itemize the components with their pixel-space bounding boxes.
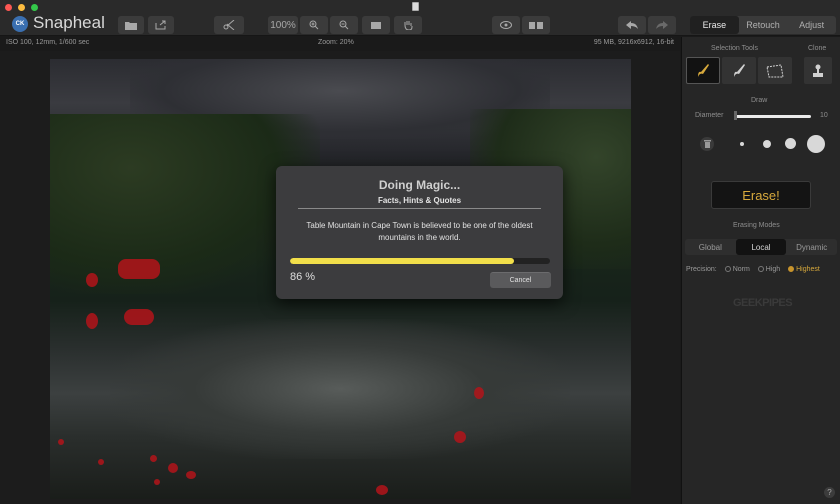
zoom-in-button[interactable] [300, 16, 328, 34]
fit-screen-icon [371, 21, 381, 29]
mode-tabs: Erase Retouch Adjust [690, 16, 836, 34]
eraser-tool-button[interactable] [722, 57, 756, 84]
selection-mark [124, 309, 154, 325]
compare-view-button[interactable] [522, 16, 550, 34]
selection-mark [98, 459, 104, 465]
radio-icon [724, 266, 731, 273]
minimize-window-button[interactable] [18, 4, 25, 11]
brush-size-l[interactable] [807, 135, 825, 153]
fit-screen-button[interactable] [362, 16, 390, 34]
dialog-divider [298, 208, 541, 209]
precision-norm[interactable]: Norm [724, 266, 750, 273]
erasing-modes-label: Erasing Modes [733, 222, 780, 229]
selection-mark [474, 387, 484, 399]
precision-high[interactable]: High [757, 266, 780, 273]
selection-mark [86, 273, 98, 287]
share-button[interactable] [148, 16, 174, 34]
brush-icon [698, 63, 709, 77]
selection-mark [86, 313, 98, 329]
trash-icon [703, 140, 711, 148]
brush-size-m[interactable] [785, 138, 796, 149]
app-name: Snapheal [33, 13, 105, 32]
hand-icon [404, 21, 413, 30]
mode-local[interactable]: Local [735, 239, 787, 255]
zoom-out-icon [339, 20, 349, 30]
stamp-icon [813, 64, 823, 77]
cancel-button[interactable]: Cancel [490, 272, 551, 288]
eye-icon [500, 21, 512, 29]
document-icon [412, 2, 419, 11]
share-icon [155, 20, 166, 30]
zoom-info: Zoom: 20% [318, 39, 354, 46]
exif-info: ISO 100, 12mm, 1/600 sec [6, 39, 90, 46]
selection-mark [168, 463, 178, 473]
clone-label: Clone [808, 45, 827, 52]
file-info: 95 MB, 9216x6912, 16-bit [593, 39, 674, 46]
preview-eye-button[interactable] [492, 16, 520, 34]
close-window-button[interactable] [5, 4, 12, 11]
precision-row: Precision: Norm High Highest [686, 266, 826, 273]
image-info-bar: ISO 100, 12mm, 1/600 sec Zoom: 20% 95 MB… [0, 37, 680, 51]
watermark-logo: GEEKPIPES [733, 297, 793, 309]
tab-adjust[interactable]: Adjust [787, 16, 836, 34]
selection-mark [150, 455, 157, 462]
mode-global[interactable]: Global [685, 239, 736, 255]
erasing-modes-segment: Global Local Dynamic [685, 239, 837, 255]
selection-mark [118, 259, 160, 279]
split-view-icon [529, 21, 543, 29]
erase-button[interactable]: Erase! [711, 181, 811, 209]
progress-bar [290, 258, 550, 264]
dialog-message: Table Mountain in Cape Town is believed … [306, 221, 533, 242]
scissors-icon [223, 20, 235, 30]
diameter-slider[interactable] [735, 115, 811, 118]
brush-size-s[interactable] [763, 140, 771, 148]
undo-icon [626, 20, 638, 29]
folder-icon [125, 21, 137, 30]
radio-selected-icon [788, 266, 795, 273]
zoom-in-icon [309, 20, 319, 30]
precision-highest[interactable]: Highest [788, 266, 820, 273]
selection-mark [186, 471, 196, 479]
tab-retouch[interactable]: Retouch [739, 16, 788, 34]
hand-tool-button[interactable] [394, 16, 422, 34]
brush-size-xs[interactable] [740, 142, 744, 146]
selection-mark [376, 485, 388, 495]
zoom-out-button[interactable] [330, 16, 358, 34]
redo-button[interactable] [648, 16, 676, 34]
mode-dynamic[interactable]: Dynamic [786, 239, 837, 255]
dialog-title: Doing Magic... [378, 178, 461, 192]
progress-fill [290, 258, 514, 264]
clone-stamp-button[interactable] [804, 57, 832, 84]
title-bar: CK Snapheal 100% Erase Retouch Adjust [0, 0, 840, 36]
progress-dialog: Doing Magic... Facts, Hints & Quotes Tab… [276, 166, 563, 299]
selection-mark [454, 431, 466, 443]
undo-button[interactable] [618, 16, 646, 34]
eraser-brush-icon [734, 63, 745, 77]
brush-tool-button[interactable] [686, 57, 720, 84]
selection-tools-label: Selection Tools [711, 45, 758, 52]
crop-button[interactable] [214, 16, 244, 34]
selection-mark [58, 439, 64, 445]
precision-label: Precision: [686, 266, 717, 273]
lasso-icon [766, 63, 784, 77]
open-folder-button[interactable] [118, 16, 144, 34]
zoom-level[interactable]: 100% [268, 16, 298, 34]
diameter-slider-thumb[interactable] [734, 111, 737, 120]
progress-percent: 86 % [290, 271, 316, 283]
lasso-tool-button[interactable] [758, 57, 792, 84]
help-button[interactable]: ? [824, 487, 835, 498]
zoom-window-button[interactable] [31, 4, 38, 11]
draw-label: Draw [751, 97, 768, 104]
cloud-reflection [110, 319, 570, 459]
diameter-label: Diameter [695, 112, 724, 119]
tab-erase[interactable]: Erase [690, 16, 739, 34]
selection-mark [154, 479, 160, 485]
dialog-subtitle: Facts, Hints & Quotes [377, 196, 462, 205]
redo-icon [656, 20, 668, 29]
trash-button[interactable] [700, 137, 714, 151]
diameter-value: 10 [820, 112, 828, 119]
app-logo-icon: CK [12, 16, 28, 32]
radio-icon [757, 266, 764, 273]
